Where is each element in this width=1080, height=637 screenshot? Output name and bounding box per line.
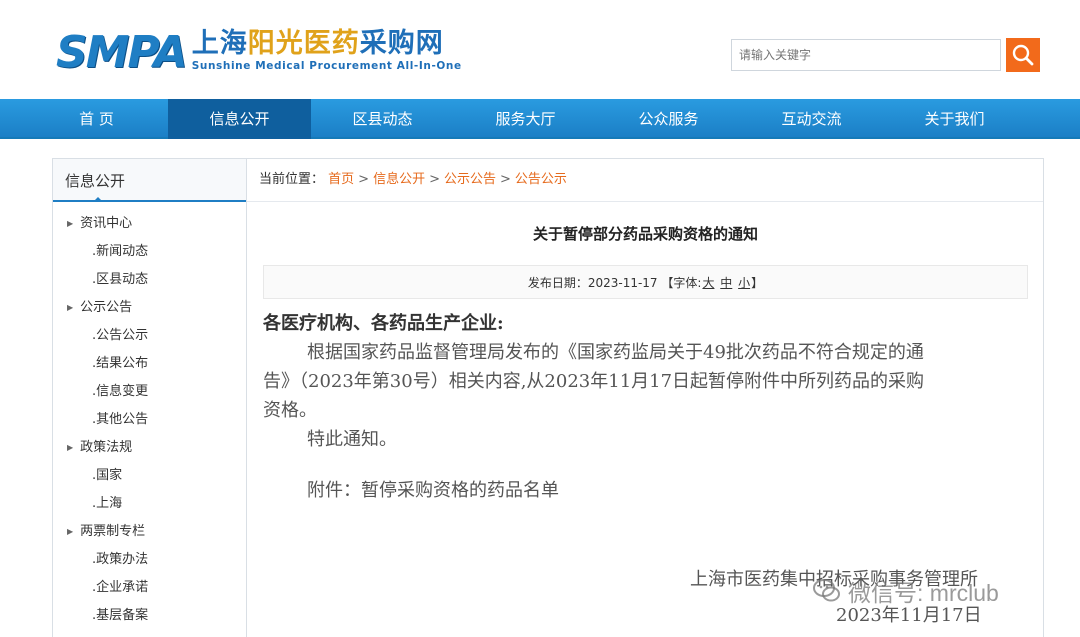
sidebar-group-two-invoice[interactable]: ▶ 两票制专栏 [53, 518, 246, 546]
breadcrumb-prefix: 当前位置： [259, 172, 325, 187]
sidebar-group-news-center[interactable]: ▶ 资讯中心 [53, 210, 246, 238]
article-paragraph-line: 资格。 [263, 400, 317, 421]
article-meta: 发布日期：2023-11-17 【字体:大 中 小】 [263, 265, 1028, 299]
sidebar-item-info-changes[interactable]: .信息变更 [53, 378, 246, 406]
article-title: 关于暂停部分药品采购资格的通知 [532, 225, 758, 243]
nav-service-hall[interactable]: 服务大厅 [454, 99, 597, 139]
breadcrumb-announcements[interactable]: 公示公告 [444, 172, 496, 187]
site-header: SMPA 上海阳光医药采购网 Sunshine Medical Procurem… [0, 0, 1080, 99]
nav-public-service[interactable]: 公众服务 [597, 99, 740, 139]
sidebar-item-results[interactable]: .结果公布 [53, 350, 246, 378]
sidebar-title-text: 信息公开 [65, 172, 126, 190]
sidebar-item-national[interactable]: .国家 [53, 462, 246, 490]
logo-chinese-name: 上海阳光医药采购网 [192, 28, 462, 60]
sidebar-group-announcements[interactable]: ▶ 公示公告 [53, 294, 246, 322]
breadcrumb-notices[interactable]: 公告公示 [515, 172, 567, 187]
main-nav: 首 页 信息公开 区县动态 服务大厅 公众服务 互动交流 关于我们 [0, 99, 1080, 139]
logo-cn-part2: 阳光医药 [247, 28, 360, 59]
logo-cn-part1: 上海 [191, 28, 248, 59]
article-paragraph-line: 告》（2023年第30号）相关内容,从2023年11月17日起暂停附件中所列药品… [263, 371, 925, 392]
triangle-right-icon: ▶ [67, 219, 74, 228]
nav-interaction[interactable]: 互动交流 [740, 99, 883, 139]
sidebar-item-shanghai[interactable]: .上海 [53, 490, 246, 518]
sidebar-title: 信息公开 [53, 159, 246, 202]
sidebar-item-district-news[interactable]: .区县动态 [53, 266, 246, 294]
breadcrumb-separator: > [358, 172, 370, 187]
search-box [731, 39, 1001, 71]
font-size-large[interactable]: 大 [702, 276, 714, 290]
watermark-text: 微信号: mrclub [848, 580, 999, 606]
wechat-icon [813, 579, 840, 602]
sidebar-group-label: 资讯中心 [80, 216, 133, 231]
sidebar-item-grassroots-filing[interactable]: .基层备案 [53, 602, 246, 630]
sidebar-group-label: 公示公告 [80, 300, 133, 315]
sidebar-item-company-pledge[interactable]: .企业承诺 [53, 574, 246, 602]
sidebar-item-policy-measures[interactable]: .政策办法 [53, 546, 246, 574]
logo-mark: SMPA [56, 27, 188, 78]
sidebar-item-other-notices[interactable]: .其他公告 [53, 406, 246, 434]
logo-text: 上海阳光医药采购网 Sunshine Medical Procurement A… [192, 28, 462, 72]
article-closing: 特此通知。 [307, 429, 397, 450]
article-paragraph-line: 根据国家药品监督管理局发布的《国家药监局关于49批次药品不符合规定的通 [307, 342, 924, 363]
main-panel: 当前位置： 首页 > 信息公开 > 公示公告 > 公告公示 关于暂停部分药品采购资格的通知 … [247, 158, 1044, 637]
sidebar-group-label: 政策法规 [80, 440, 133, 455]
sidebar-group-policies[interactable]: ▶ 政策法规 [53, 434, 246, 462]
publish-date: 发布日期：2023-11-17 【字体: [527, 276, 702, 290]
search-button[interactable] [1006, 38, 1040, 72]
breadcrumb: 当前位置： 首页 > 信息公开 > 公示公告 > 公告公示 [247, 159, 1043, 202]
sidebar-item-news[interactable]: .新闻动态 [53, 238, 246, 266]
meta-suffix: 】 [751, 276, 764, 290]
breadcrumb-separator: > [500, 172, 511, 187]
nav-home[interactable]: 首 页 [25, 99, 168, 139]
article-greeting: 各医疗机构、各药品生产企业: [263, 313, 504, 334]
breadcrumb-info-disclosure[interactable]: 信息公开 [373, 172, 425, 187]
sidebar-group-label: 两票制专栏 [80, 524, 146, 539]
sidebar-menu: ▶ 资讯中心 .新闻动态 .区县动态 ▶ 公示公告 .公告公示 .结果公布 .信息变… [53, 202, 246, 630]
sidebar-item-notices[interactable]: .公告公示 [53, 322, 246, 350]
triangle-right-icon: ▶ [67, 303, 74, 312]
logo-english-name: Sunshine Medical Procurement All-In-One [191, 60, 462, 72]
article-body: 各医疗机构、各药品生产企业: 根据国家药品监督管理局发布的《国家药监局关于49批… [263, 309, 1033, 505]
wechat-watermark: 微信号: mrclub [812, 574, 999, 608]
site-logo[interactable]: SMPA 上海阳光医药采购网 Sunshine Medical Procurem… [56, 28, 462, 78]
font-size-small[interactable]: 小 [738, 276, 750, 290]
search-icon [1012, 44, 1034, 66]
nav-about-us[interactable]: 关于我们 [883, 99, 1026, 139]
triangle-right-icon: ▶ [67, 443, 74, 452]
search-input[interactable] [732, 40, 1000, 70]
sidebar-title-pointer [93, 197, 103, 202]
triangle-right-icon: ▶ [67, 527, 74, 536]
nav-district-news[interactable]: 区县动态 [311, 99, 454, 139]
sidebar: 信息公开 ▶ 资讯中心 .新闻动态 .区县动态 ▶ 公示公告 .公告公示 .结果公布… [52, 158, 247, 637]
article-attachment[interactable]: 附件：暂停采购资格的药品名单 [263, 476, 1033, 505]
font-size-medium[interactable]: 中 [720, 276, 732, 290]
nav-info-disclosure[interactable]: 信息公开 [168, 99, 311, 139]
breadcrumb-home[interactable]: 首页 [328, 172, 354, 187]
breadcrumb-separator: > [429, 172, 440, 187]
logo-cn-part3: 采购网 [359, 28, 444, 59]
